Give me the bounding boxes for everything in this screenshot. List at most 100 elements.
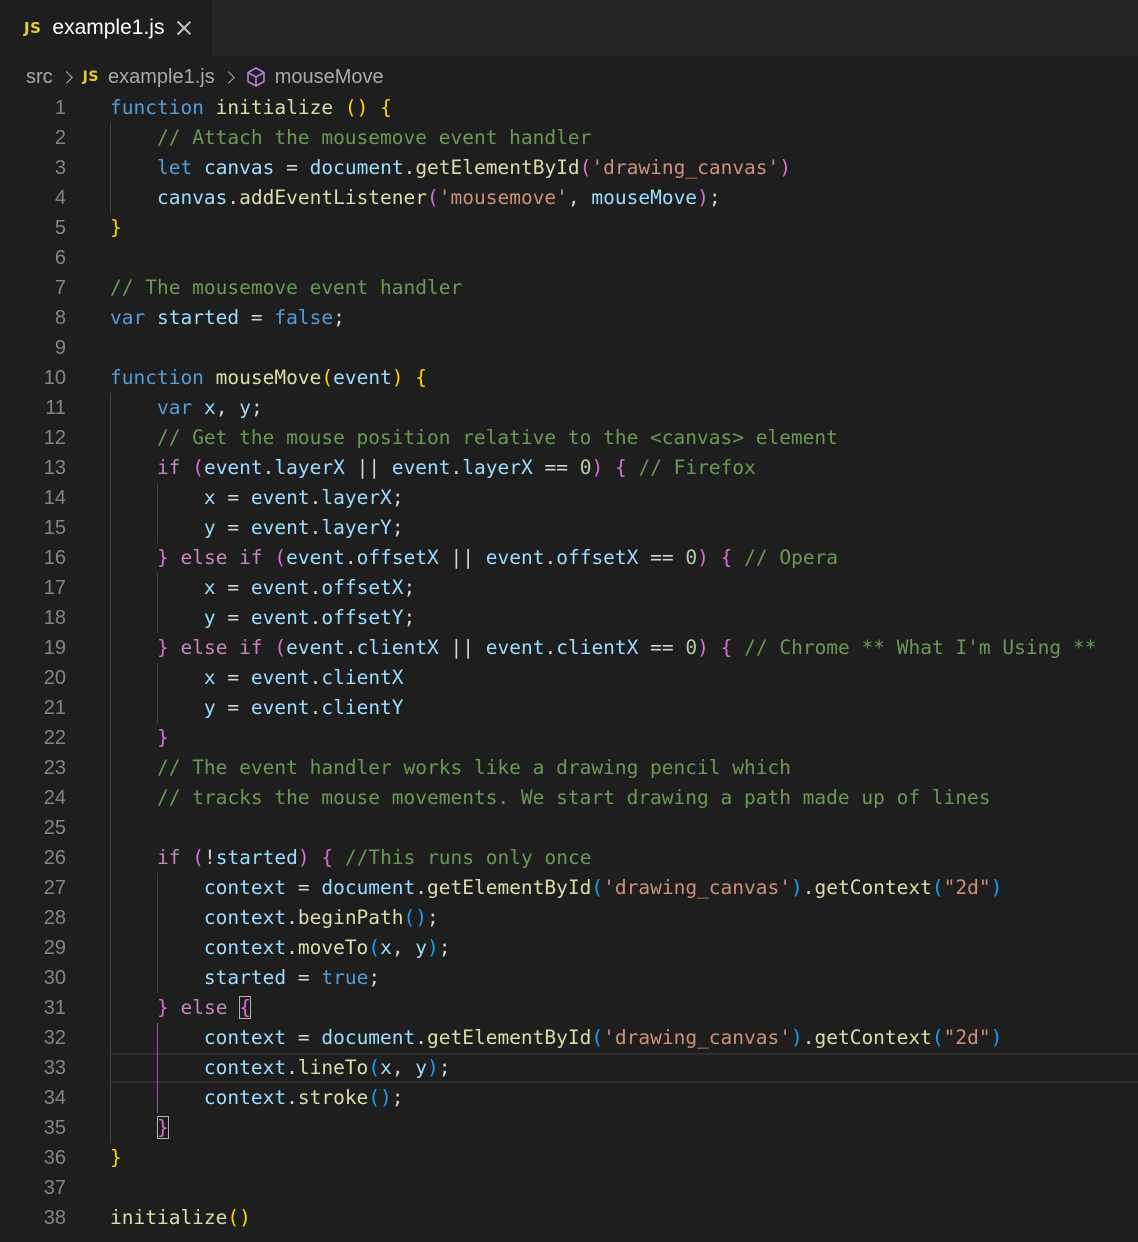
- code-text: y = event.offsetY;: [110, 603, 415, 633]
- code-line[interactable]: 29 context.moveTo(x, y);: [0, 933, 1138, 963]
- code-token: ;: [368, 966, 381, 989]
- code-token: 'drawing_canvas': [603, 1026, 791, 1049]
- code-line[interactable]: 20 x = event.clientX: [0, 663, 1138, 693]
- code-line[interactable]: 16 } else if (event.offsetX || event.off…: [0, 543, 1138, 573]
- code-line[interactable]: 9: [0, 333, 1138, 363]
- code-token: ;: [427, 906, 439, 929]
- code-line[interactable]: 1 function initialize () {: [0, 93, 1138, 123]
- code-token: // Attach the mousemove event handler: [156, 126, 592, 149]
- code-line[interactable]: 37: [0, 1173, 1138, 1203]
- code-token: {: [380, 96, 392, 119]
- breadcrumb-file[interactable]: example1.js: [108, 66, 215, 89]
- code-line[interactable]: 8 var started = false;: [0, 303, 1138, 333]
- code-token: {: [415, 366, 428, 389]
- code-line[interactable]: 12 // Get the mouse position relative to…: [0, 423, 1138, 453]
- line-number: 28: [43, 907, 66, 929]
- code-token: // Get the mouse position relative to th…: [156, 426, 838, 449]
- code-line[interactable]: 11 var x, y;: [0, 393, 1138, 423]
- code-line[interactable]: 28 context.beginPath();: [0, 903, 1138, 933]
- code-token: ||: [344, 456, 392, 479]
- code-token: document: [321, 876, 416, 899]
- code-line[interactable]: 17 x = event.offsetX;: [0, 573, 1138, 603]
- chevron-right-icon: [221, 70, 235, 84]
- code-line[interactable]: 14 x = event.layerX;: [0, 483, 1138, 513]
- code-line[interactable]: 35 }: [0, 1113, 1138, 1143]
- code-line[interactable]: 3 let canvas = document.getElementById('…: [0, 153, 1138, 183]
- code-line[interactable]: 26 if (!started) { //This runs only once: [0, 843, 1138, 873]
- code-line[interactable]: 23 // The event handler works like a dra…: [0, 753, 1138, 783]
- indent-guide: [156, 663, 158, 723]
- code-token: y: [415, 1056, 428, 1079]
- code-line[interactable]: 7 // The mousemove event handler: [0, 273, 1138, 303]
- code-token: {: [239, 996, 251, 1019]
- code-token: (: [192, 456, 204, 479]
- code-token: .: [286, 936, 298, 959]
- code-token: 'drawing_canvas': [591, 156, 780, 179]
- code-token: mouseMove: [215, 366, 322, 389]
- code-line[interactable]: 10 function mouseMove(event) {: [0, 363, 1138, 393]
- code-text: initialize(): [110, 1203, 251, 1233]
- code-line[interactable]: 15 y = event.layerY;: [0, 513, 1138, 543]
- breadcrumb-symbol[interactable]: mouseMove: [275, 66, 384, 89]
- code-token: .: [227, 186, 240, 209]
- line-number: 33: [43, 1057, 66, 1079]
- code-line[interactable]: 18 y = event.offsetY;: [0, 603, 1138, 633]
- code-token: =: [286, 876, 322, 899]
- code-token: ): [697, 186, 709, 209]
- code-line[interactable]: 4 canvas.addEventListener('mousemove', m…: [0, 183, 1138, 213]
- code-token: (: [274, 636, 287, 659]
- code-line[interactable]: 6: [0, 243, 1138, 273]
- code-token: 0: [685, 546, 698, 569]
- code-text: if (!started) { //This runs only once: [110, 843, 591, 873]
- code-line[interactable]: 32 context = document.getElementById('dr…: [0, 1023, 1138, 1053]
- code-token: }: [156, 996, 169, 1019]
- code-line[interactable]: 5}: [0, 213, 1138, 243]
- code-token: false: [274, 306, 334, 329]
- code-token: ): [297, 846, 310, 869]
- code-token: .: [309, 486, 322, 509]
- code-token: else if: [180, 636, 263, 659]
- code-line[interactable]: 21 y = event.clientY: [0, 693, 1138, 723]
- code-line[interactable]: 2 // Attach the mousemove event handler: [0, 123, 1138, 153]
- code-line[interactable]: 30 started = true;: [0, 963, 1138, 993]
- code-line[interactable]: 38 initialize(): [0, 1203, 1138, 1233]
- code-token: }: [156, 636, 169, 659]
- code-token: let: [156, 156, 193, 179]
- code-token: ||: [438, 636, 486, 659]
- code-editor[interactable]: 1 function initialize () {2 // Attach the…: [0, 93, 1138, 1233]
- code-token: ): [790, 1026, 803, 1049]
- code-line[interactable]: 19 } else if (event.clientX || event.cli…: [0, 633, 1138, 663]
- code-line[interactable]: 31 } else {: [0, 993, 1138, 1023]
- close-icon[interactable]: [176, 20, 192, 36]
- line-number: 38: [43, 1207, 66, 1229]
- code-token: initialize: [110, 1206, 228, 1229]
- line-number: 30: [43, 967, 66, 989]
- line-number: 15: [43, 517, 66, 539]
- code-token: // Opera: [744, 546, 839, 569]
- code-text: y = event.clientY: [110, 693, 404, 723]
- code-token: event: [333, 366, 392, 389]
- tab-example1-js[interactable]: JS example1.js: [0, 0, 212, 56]
- code-line[interactable]: 27 context = document.getElementById('dr…: [0, 873, 1138, 903]
- code-line[interactable]: 25: [0, 813, 1138, 843]
- breadcrumb-folder[interactable]: src: [26, 66, 53, 89]
- line-number: 6: [54, 247, 66, 269]
- code-token: started: [156, 306, 240, 329]
- code-line[interactable]: 13 if (event.layerX || event.layerX == 0…: [0, 453, 1138, 483]
- code-line[interactable]: 36}: [0, 1143, 1138, 1173]
- code-line[interactable]: 33 context.lineTo(x, y);: [0, 1053, 1138, 1083]
- code-line[interactable]: 34 context.stroke();: [0, 1083, 1138, 1113]
- code-text: context.moveTo(x, y);: [110, 933, 451, 963]
- code-token: layerX: [462, 456, 533, 479]
- code-token: getElementById: [427, 1026, 592, 1049]
- code-line[interactable]: 24 // tracks the mouse movements. We sta…: [0, 783, 1138, 813]
- code-line[interactable]: 22 }: [0, 723, 1138, 753]
